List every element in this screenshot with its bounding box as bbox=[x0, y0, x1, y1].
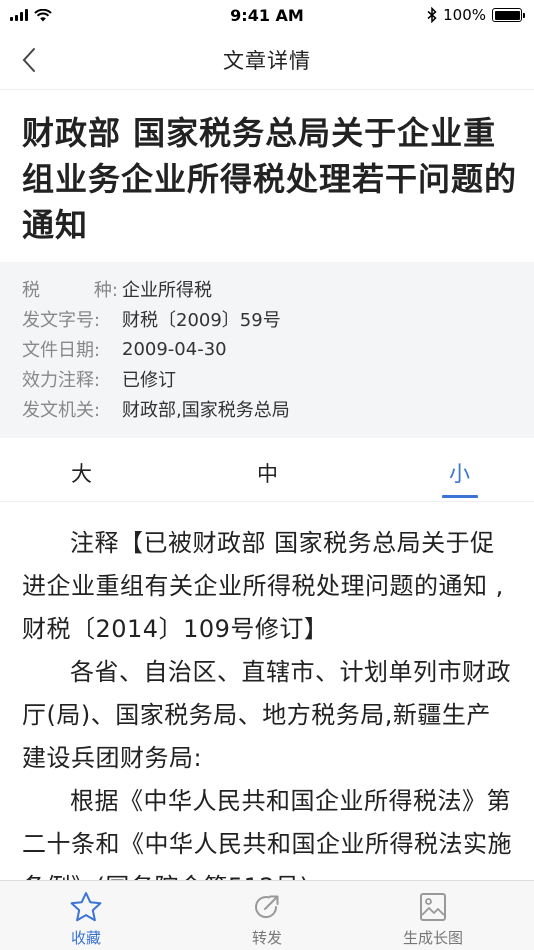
meta-value-doc-number: 财税〔2009〕59号 bbox=[122, 310, 281, 331]
meta-panel: 税 种: 企业所得税 发文字号: 财税〔2009〕59号 文件日期: 2009-… bbox=[0, 262, 534, 438]
generate-long-image-button[interactable]: 生成长图 bbox=[368, 881, 498, 950]
meta-label-char: 种 bbox=[93, 280, 112, 301]
meta-value-validity: 已修订 bbox=[122, 370, 176, 391]
meta-label-doc-date: 文件日期: bbox=[22, 340, 101, 361]
share-icon bbox=[252, 891, 282, 923]
page-title: 文章详情 bbox=[223, 48, 311, 73]
chevron-left-icon bbox=[22, 48, 35, 72]
meta-row-tax-type: 税 种: 企业所得税 bbox=[22, 274, 534, 304]
meta-label-validity: 效力注释: bbox=[22, 370, 101, 391]
body-paragraph: 各省、自治区、直辖市、计划单列市财政厅(局)、国家税务局、地方税务局,新疆生产建… bbox=[22, 658, 511, 772]
forward-button[interactable]: 转发 bbox=[202, 881, 332, 950]
favorite-button[interactable]: 收藏 bbox=[21, 881, 151, 950]
battery-icon bbox=[492, 8, 525, 22]
meta-label-doc-number: 发文字号: bbox=[22, 310, 101, 331]
status-time: 9:41 AM bbox=[230, 6, 304, 25]
bottom-toolbar: 收藏 转发 生成长图 bbox=[0, 880, 534, 950]
font-size-tabs: 大 中 小 bbox=[0, 440, 534, 502]
meta-value-tax-type: 企业所得税 bbox=[122, 280, 212, 301]
meta-row-validity: 效力注释: 已修订 bbox=[22, 364, 534, 394]
font-size-medium-tab[interactable]: 中 bbox=[257, 458, 278, 488]
meta-value-issuer: 财政部,国家税务总局 bbox=[122, 400, 290, 421]
long-image-label: 生成长图 bbox=[402, 929, 463, 947]
meta-row-issuer: 发文机关: 财政部,国家税务总局 bbox=[22, 394, 534, 424]
meta-value-doc-date: 2009-04-30 bbox=[122, 338, 227, 360]
meta-label-issuer: 发文机关: bbox=[22, 400, 101, 421]
font-size-small-tab[interactable]: 小 bbox=[449, 458, 470, 488]
article-body: 注释【已被财政部 国家税务总局关于促进企业重组有关企业所得税处理问题的通知 ,财… bbox=[22, 522, 514, 909]
meta-row-doc-date: 文件日期: 2009-04-30 bbox=[22, 334, 534, 364]
favorite-label: 收藏 bbox=[70, 929, 101, 947]
meta-row-doc-number: 发文字号: 财税〔2009〕59号 bbox=[22, 304, 534, 334]
meta-label-tax-type: 税 种: bbox=[22, 276, 122, 302]
status-bar: 9:41 AM 100% bbox=[0, 0, 534, 30]
back-button[interactable] bbox=[14, 44, 44, 76]
body-paragraph: 注释【已被财政部 国家税务总局关于促进企业重组有关企业所得税处理问题的通知 ,财… bbox=[22, 529, 504, 643]
meta-label-colon: : bbox=[111, 280, 118, 301]
nav-bar: 文章详情 bbox=[0, 30, 534, 90]
font-size-large-tab[interactable]: 大 bbox=[71, 458, 92, 488]
meta-label-char: 税 bbox=[22, 280, 40, 301]
star-icon bbox=[69, 891, 103, 923]
article-title: 财政部 国家税务总局关于企业重组业务企业所得税处理若干问题的通知 bbox=[22, 114, 518, 244]
image-icon bbox=[419, 891, 447, 923]
active-tab-indicator bbox=[442, 495, 478, 498]
forward-label: 转发 bbox=[251, 929, 282, 947]
